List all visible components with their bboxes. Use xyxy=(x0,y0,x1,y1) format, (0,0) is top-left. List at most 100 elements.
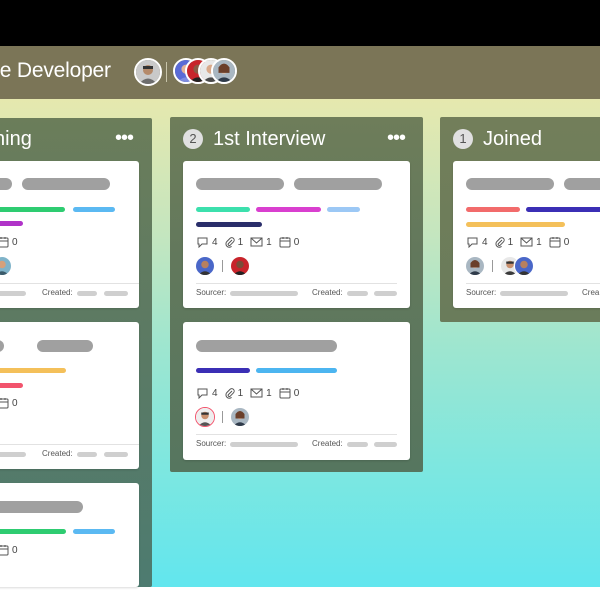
comment-count: 4 xyxy=(212,387,218,399)
tag-red xyxy=(466,207,520,212)
created-placeholder-2 xyxy=(104,291,128,296)
created-placeholder-1 xyxy=(77,291,97,296)
mail-icon xyxy=(250,237,263,247)
recruiter-avatar[interactable] xyxy=(230,407,250,427)
created-label: Created: xyxy=(312,439,343,448)
candidate-card[interactable]: 4 1 1 0 Sourcer: Crea xyxy=(453,161,600,308)
card-divider xyxy=(196,283,397,284)
tag-navy xyxy=(196,222,262,227)
candidate-role-placeholder xyxy=(294,178,382,190)
top-bar xyxy=(0,0,600,46)
column-title-1st-interview: 1st Interview xyxy=(213,128,326,150)
created-placeholder-2 xyxy=(374,442,397,447)
sourcer-placeholder xyxy=(500,291,568,296)
tag-light-blue xyxy=(327,207,360,212)
candidate-card[interactable]: 4 1 1 0 Sourcer: Created: xyxy=(183,322,410,460)
calendar-count: 0 xyxy=(0,544,18,556)
assignee-avatar[interactable] xyxy=(195,407,215,427)
job-title: re Developer xyxy=(0,59,111,82)
tag-indigo xyxy=(196,368,250,373)
assignee-avatar[interactable] xyxy=(465,256,485,276)
created-placeholder-1 xyxy=(347,291,368,296)
created-placeholder-2 xyxy=(374,291,397,296)
paperclip-icon xyxy=(225,388,235,399)
candidate-card[interactable]: 4 1 1 0 Sourcer: Created: xyxy=(183,161,410,308)
sourcer-label: Sourcer: xyxy=(466,288,497,297)
mail-icon xyxy=(250,388,263,398)
comment-icon xyxy=(197,237,208,248)
candidate-card[interactable]: 0 Created: xyxy=(0,322,139,469)
candidate-card[interactable]: 0 xyxy=(0,483,139,587)
paperclip-icon xyxy=(225,237,235,248)
candidate-name-placeholder xyxy=(466,178,554,190)
tag-yellow xyxy=(0,368,66,373)
tag-blue xyxy=(73,207,115,212)
created-label: Created: xyxy=(42,449,73,458)
tag-blue xyxy=(256,368,337,373)
created-placeholder-1 xyxy=(347,442,368,447)
tag-green xyxy=(0,207,65,212)
tag-magenta xyxy=(256,207,321,212)
attachment-count: 1 xyxy=(507,236,514,248)
tag-purple xyxy=(0,221,23,226)
team-avatar-4[interactable] xyxy=(211,58,237,84)
mail-count: 1 xyxy=(536,236,542,248)
created-label: Created: xyxy=(312,288,343,297)
column-count-badge: 2 xyxy=(183,129,203,149)
column-menu-left[interactable]: ••• xyxy=(115,128,134,148)
calendar-icon xyxy=(0,237,9,248)
sourcer-label: Sourcer: xyxy=(196,288,227,297)
attachment-count: 1 xyxy=(237,387,244,399)
mail-icon xyxy=(520,237,533,247)
activity-counts: 4 1 1 0 xyxy=(196,387,299,399)
comment-count: 4 xyxy=(212,236,218,248)
candidate-card[interactable]: 0 Created: xyxy=(0,161,139,308)
calendar-icon xyxy=(0,545,9,556)
owner-avatar[interactable] xyxy=(134,58,162,86)
assignee-avatar[interactable] xyxy=(0,256,12,276)
activity-counts: 4 1 1 0 xyxy=(466,236,569,248)
activity-counts: 4 1 1 0 xyxy=(196,236,299,248)
sourcer-placeholder xyxy=(230,442,298,447)
recruiter-avatar[interactable] xyxy=(230,256,250,276)
avatar-separator xyxy=(222,411,223,423)
calendar-count: 0 xyxy=(293,387,300,399)
calendar-count-value: 0 xyxy=(12,544,18,556)
tag-yellow xyxy=(466,222,565,227)
calendar-icon xyxy=(279,388,291,399)
tag-pink xyxy=(0,383,23,388)
avatar-separator xyxy=(222,260,223,272)
created-label-truncated: Crea xyxy=(582,288,600,297)
candidate-name-placeholder xyxy=(196,178,284,190)
paperclip-icon xyxy=(495,237,505,248)
candidate-name-placeholder xyxy=(196,340,337,352)
sourcer-label: Sourcer: xyxy=(196,439,227,448)
tag-teal xyxy=(196,207,250,212)
candidate-name-placeholder xyxy=(0,340,4,352)
candidate-role-placeholder xyxy=(22,178,110,190)
card-divider xyxy=(466,283,600,284)
recruiter-avatar-2[interactable] xyxy=(514,256,534,276)
calendar-count: 0 xyxy=(0,397,18,409)
attachment-count: 1 xyxy=(237,236,244,248)
mail-count: 1 xyxy=(266,236,272,248)
comment-icon xyxy=(197,388,208,399)
mail-count: 1 xyxy=(266,387,272,399)
candidate-role-placeholder xyxy=(37,340,93,352)
calendar-count-value: 0 xyxy=(12,236,18,248)
comment-icon xyxy=(467,237,478,248)
card-divider xyxy=(0,283,139,284)
calendar-count: 0 xyxy=(0,236,18,248)
calendar-icon xyxy=(279,237,291,248)
sourcer-placeholder xyxy=(0,452,26,457)
tag-green xyxy=(0,529,66,534)
card-divider xyxy=(196,434,397,435)
tag-indigo xyxy=(526,207,600,212)
column-title-joined: Joined xyxy=(483,128,542,150)
column-menu-1st-interview[interactable]: ••• xyxy=(387,128,406,148)
tag-blue xyxy=(73,529,115,534)
column-title-left: ning xyxy=(0,128,32,150)
candidate-role-placeholder xyxy=(564,178,600,190)
card-divider xyxy=(0,444,139,445)
assignee-avatar[interactable] xyxy=(195,256,215,276)
